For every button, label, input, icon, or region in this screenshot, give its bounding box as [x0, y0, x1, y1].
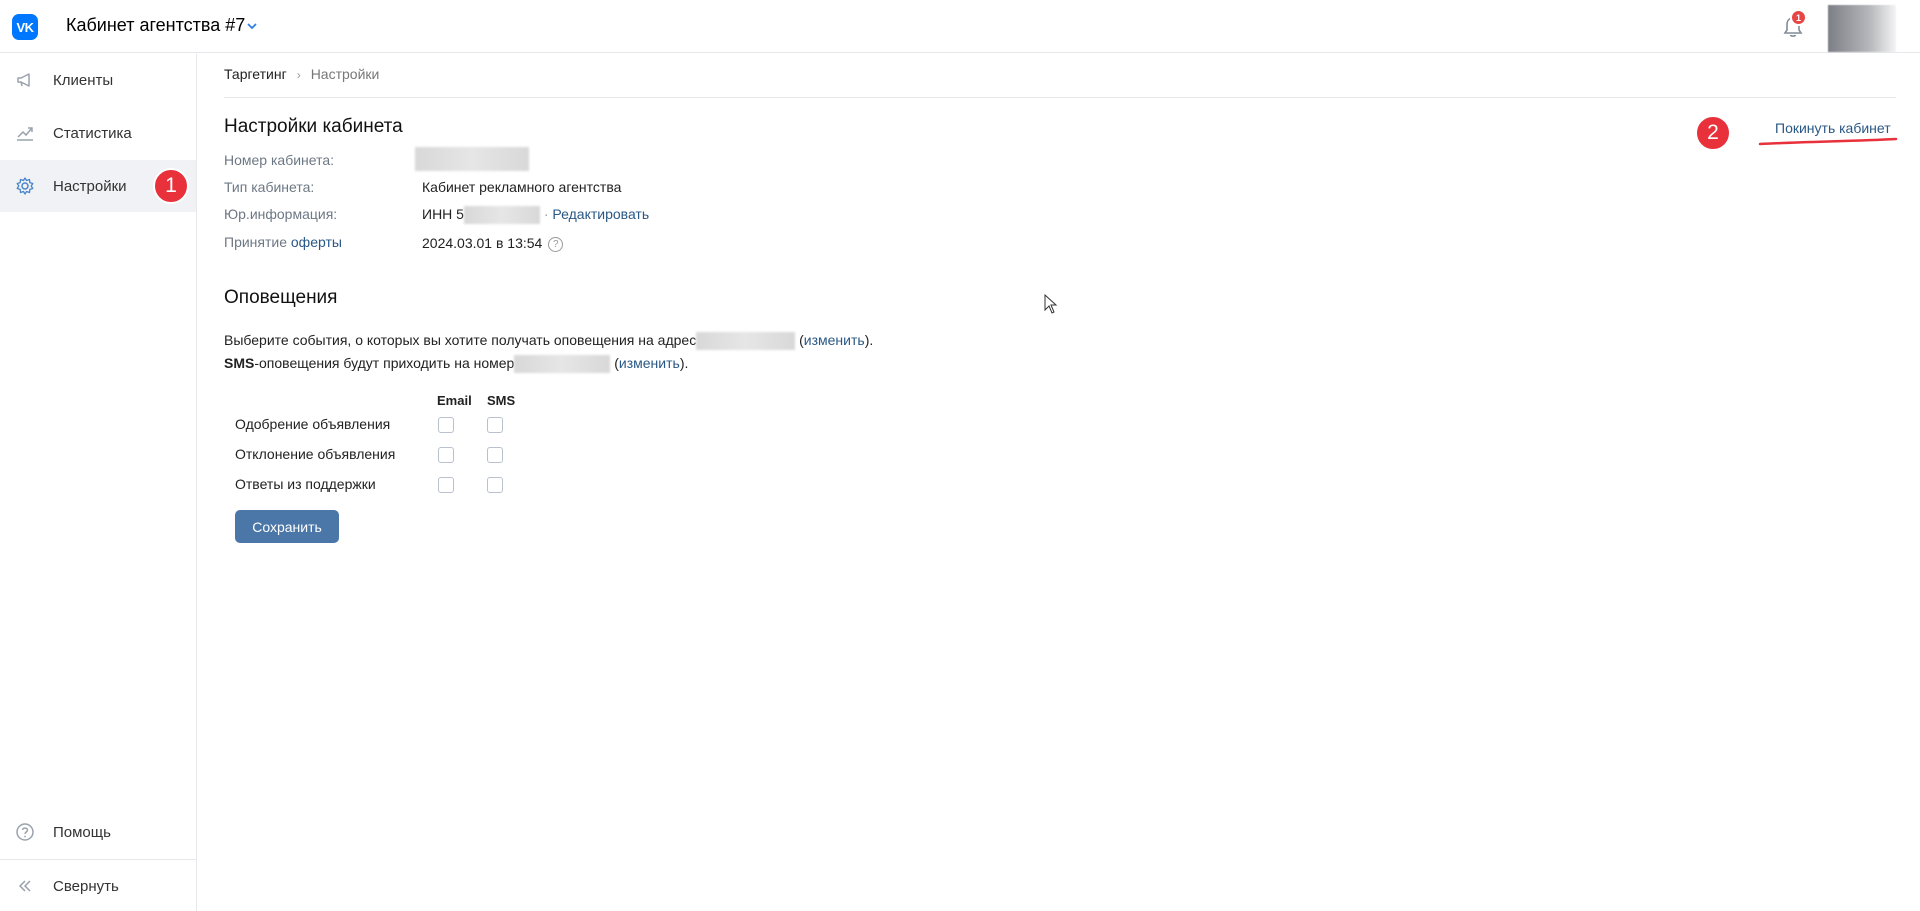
checkbox-approval-email[interactable]	[438, 417, 454, 433]
cabinet-switcher[interactable]: Кабинет агентства #7	[66, 15, 245, 36]
sidebar: Клиенты Статистика Настройки 1 Помощь Св…	[0, 54, 197, 911]
offer-accepted-value: 2024.03.01 в 13:54?	[422, 235, 564, 252]
help-icon	[15, 822, 35, 842]
sidebar-item-label: Статистика	[53, 124, 132, 142]
sms-bold-label: SMS	[224, 355, 255, 371]
collapse-icon	[15, 876, 35, 896]
cabinet-type-label: Тип кабинета:	[224, 179, 315, 195]
checkbox-rejection-sms[interactable]	[487, 447, 503, 463]
step-badge-2: 2	[1695, 115, 1731, 151]
top-header: VK Кабинет агентства #7 1	[0, 0, 1920, 53]
sidebar-item-settings[interactable]: Настройки 1	[0, 160, 196, 212]
offer-date: 2024.03.01 в 13:54	[422, 235, 543, 251]
cabinet-number-label: Номер кабинета:	[224, 152, 335, 168]
question-icon[interactable]: ?	[548, 236, 564, 252]
sms-notice-text: SMS-оповещения будут приходить на номер …	[224, 355, 688, 374]
breadcrumb: Таргетинг › Настройки	[224, 66, 379, 82]
chevron-down-icon[interactable]	[247, 19, 257, 33]
sidebar-item-label: Помощь	[53, 823, 111, 841]
sidebar-item-collapse[interactable]: Свернуть	[0, 860, 196, 911]
checkbox-support-sms[interactable]	[487, 477, 503, 493]
redacted-phone	[514, 355, 611, 374]
legal-info-label: Юр.информация:	[224, 206, 338, 222]
edit-legal-link[interactable]: Редактировать	[552, 206, 649, 222]
change-email-link[interactable]: изменить	[804, 332, 865, 348]
sidebar-item-label: Свернуть	[53, 877, 119, 895]
avatar[interactable]	[1828, 5, 1896, 52]
breadcrumb-current: Настройки	[310, 66, 380, 82]
column-header-sms: SMS	[487, 393, 516, 408]
legal-info-value: ИНН 5 · Редактировать	[422, 206, 649, 225]
redacted-email	[696, 332, 796, 351]
offer-link[interactable]: оферты	[291, 234, 342, 250]
save-button[interactable]: Сохранить	[235, 510, 339, 543]
leave-cabinet-link[interactable]: Покинуть кабинет	[1775, 120, 1891, 136]
cabinet-type-value: Кабинет рекламного агентства	[422, 179, 622, 195]
page-title: Настройки кабинета	[224, 116, 403, 137]
change-phone-link[interactable]: изменить	[619, 355, 680, 371]
breadcrumb-targeting[interactable]: Таргетинг	[224, 66, 287, 82]
row-label-rejection: Отклонение объявления	[235, 446, 396, 462]
megaphone-icon	[15, 70, 35, 90]
sms-notice-body: -оповещения будут приходить на номер	[254, 355, 515, 371]
sidebar-item-clients[interactable]: Клиенты	[0, 54, 196, 106]
chart-icon	[15, 123, 35, 143]
checkbox-rejection-email[interactable]	[438, 447, 454, 463]
breadcrumb-divider	[224, 97, 1896, 98]
row-label-support: Ответы из поддержки	[235, 476, 376, 492]
main-content: Таргетинг › Настройки Настройки кабинета 2…	[198, 54, 1920, 911]
redacted-value	[415, 147, 529, 171]
email-notice-body: Выберите события, о которых вы хотите по…	[224, 332, 697, 348]
row-label-approval: Одобрение объявления	[235, 416, 391, 432]
mouse-cursor-icon	[1044, 294, 1058, 314]
vk-logo[interactable]: VK	[12, 14, 38, 40]
checkbox-approval-sms[interactable]	[487, 417, 503, 433]
offer-label: Принятие оферты	[224, 234, 342, 250]
checkbox-support-email[interactable]	[438, 477, 454, 493]
notifications-title: Оповещения	[224, 287, 338, 308]
cabinet-number-value	[415, 147, 529, 171]
sidebar-item-help[interactable]: Помощь	[0, 806, 196, 858]
step-badge-1: 1	[153, 168, 189, 204]
red-underline-annotation	[1758, 137, 1898, 146]
inn-prefix: ИНН 5	[422, 206, 464, 222]
sidebar-item-label: Клиенты	[53, 71, 114, 89]
gear-icon	[15, 176, 35, 196]
redacted-inn	[463, 206, 540, 225]
sidebar-item-label: Настройки	[53, 177, 127, 195]
column-header-email: Email	[437, 393, 472, 408]
notification-count-badge: 1	[1790, 9, 1807, 26]
offer-label-prefix: Принятие	[224, 234, 291, 250]
email-notice-text: Выберите события, о которых вы хотите по…	[224, 332, 873, 351]
sidebar-item-statistics[interactable]: Статистика	[0, 107, 196, 159]
breadcrumb-separator-icon: ›	[296, 68, 301, 82]
